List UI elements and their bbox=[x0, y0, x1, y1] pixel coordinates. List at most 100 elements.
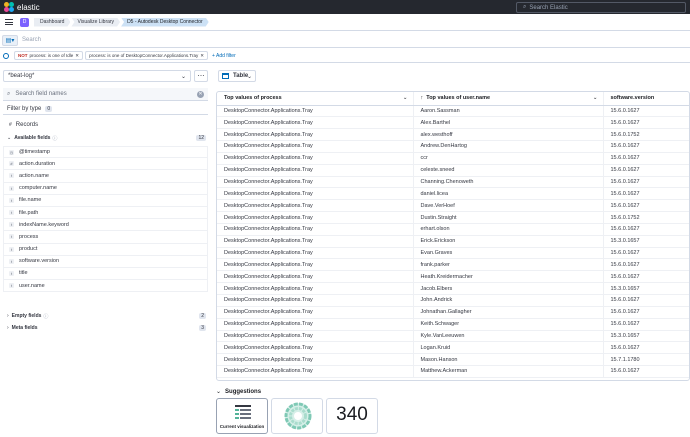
cell-process[interactable]: DesktopConnector.Applications.Tray bbox=[217, 199, 414, 213]
field-item[interactable]: t computer.name bbox=[3, 182, 208, 195]
cell-process[interactable]: DesktopConnector.Applications.Tray bbox=[217, 140, 414, 153]
chart-type-selector[interactable]: Table ⌄ bbox=[218, 70, 256, 82]
cell-user-name[interactable]: Keith.Schwager bbox=[413, 318, 604, 331]
cell-process[interactable]: DesktopConnector.Applications.Tray bbox=[217, 176, 414, 189]
query-language-toggle[interactable]: ▤▾ bbox=[2, 34, 18, 46]
cell-user-name[interactable]: Kyle.VanLeeuwen bbox=[413, 330, 604, 343]
cell-user-name[interactable]: celeste.sneed bbox=[413, 164, 604, 177]
field-item[interactable]: ◷ @timestamp bbox=[3, 146, 208, 159]
cell-software-version[interactable]: 15.6.0.1627 bbox=[603, 152, 689, 165]
filter-options-icon[interactable] bbox=[3, 52, 9, 59]
data-view-selector[interactable]: *beat-log* ⌄ bbox=[3, 70, 191, 82]
cell-user-name[interactable]: Aaron.Sassman bbox=[413, 105, 604, 118]
cell-user-name[interactable]: Heath.Kreidermacher bbox=[413, 270, 604, 284]
cell-user-name[interactable]: Evan.Graves bbox=[413, 247, 604, 260]
cell-process[interactable]: DesktopConnector.Applications.Tray bbox=[217, 128, 414, 142]
cell-software-version[interactable]: 15.6.0.1752 bbox=[603, 211, 689, 224]
cell-software-version[interactable]: 15.6.0.1627 bbox=[603, 199, 689, 213]
breadcrumb-dashboard[interactable]: Dashboard bbox=[34, 18, 70, 27]
cell-process[interactable]: DesktopConnector.Applications.Tray bbox=[217, 152, 414, 165]
field-item[interactable]: t title bbox=[3, 267, 208, 281]
suggestion-donut-chart[interactable] bbox=[271, 398, 323, 434]
field-search-input[interactable]: ⌕ Search field names ✕ bbox=[3, 88, 208, 101]
cell-user-name[interactable]: Mason.Hanson bbox=[413, 353, 604, 367]
cell-user-name[interactable]: Dustin.Straight bbox=[413, 211, 604, 224]
global-search-input[interactable]: ⌕ Search Elastic bbox=[516, 2, 686, 13]
cell-process[interactable]: DesktopConnector.Applications.Tray bbox=[217, 164, 414, 177]
space-avatar[interactable]: D bbox=[20, 17, 29, 27]
cell-software-version[interactable]: 15.6.0.1627 bbox=[603, 306, 689, 319]
cell-process[interactable]: DesktopConnector.Applications.Tray bbox=[217, 223, 414, 236]
column-header-software-version[interactable]: software.version bbox=[603, 92, 689, 106]
close-icon[interactable]: ✕ bbox=[75, 53, 79, 59]
cell-software-version[interactable]: 15.3.0.1657 bbox=[603, 330, 689, 343]
cell-process[interactable]: DesktopConnector.Applications.Tray bbox=[217, 235, 414, 248]
cell-process[interactable]: DesktopConnector.Applications.Tray bbox=[217, 270, 414, 284]
cell-process[interactable]: DesktopConnector.Applications.Tray bbox=[217, 105, 414, 118]
query-input[interactable]: Search bbox=[22, 37, 41, 43]
cell-software-version[interactable]: 15.6.0.1627 bbox=[603, 176, 689, 189]
records-field[interactable]: # Records bbox=[3, 119, 208, 130]
cell-process[interactable]: DesktopConnector.Applications.Tray bbox=[217, 187, 414, 201]
field-item[interactable]: t file.name bbox=[3, 194, 208, 207]
cell-software-version[interactable]: 15.6.0.1627 bbox=[603, 164, 689, 177]
cell-process[interactable]: DesktopConnector.Applications.Tray bbox=[217, 116, 414, 130]
filter-pill-not-idle[interactable]: NOT process: is one of Idle ✕ bbox=[14, 51, 84, 60]
suggestion-metric[interactable]: 340 bbox=[326, 398, 378, 434]
meta-fields-accordion[interactable]: › Meta fields 3 bbox=[3, 323, 208, 333]
field-item[interactable]: t software.version bbox=[3, 255, 208, 268]
field-item[interactable]: t user.name bbox=[3, 280, 208, 293]
cell-process[interactable]: DesktopConnector.Applications.Tray bbox=[217, 258, 414, 272]
elastic-logo[interactable]: elastic bbox=[4, 2, 40, 12]
field-item[interactable]: t process bbox=[3, 231, 208, 244]
cell-process[interactable]: DesktopConnector.Applications.Tray bbox=[217, 341, 414, 355]
cell-software-version[interactable]: 15.7.1.1780 bbox=[603, 353, 689, 367]
cell-user-name[interactable]: Dave.VerHoef bbox=[413, 199, 604, 213]
available-fields-accordion[interactable]: ⌄ Available fields ⓘ 12 bbox=[3, 133, 208, 143]
column-header-user-name[interactable]: ↑ Top values of user.name ⌄ bbox=[413, 92, 604, 106]
field-item[interactable]: t indexName.keyword bbox=[3, 219, 208, 232]
cell-user-name[interactable]: Alex.Barthel bbox=[413, 116, 604, 130]
cell-software-version[interactable]: 15.6.0.1627 bbox=[603, 247, 689, 260]
cell-user-name[interactable]: erhart.olson bbox=[413, 223, 604, 236]
cell-process[interactable]: DesktopConnector.Applications.Tray bbox=[217, 306, 414, 319]
cell-user-name[interactable]: Channing.Chenoweth bbox=[413, 176, 604, 189]
cell-software-version[interactable]: 15.6.0.1627 bbox=[603, 140, 689, 153]
cell-user-name[interactable]: Matthew.Ackerman bbox=[413, 365, 604, 378]
filter-pill-tray[interactable]: process: is one of DesktopConnector.Appl… bbox=[85, 51, 208, 60]
cell-software-version[interactable]: 15.3.0.1657 bbox=[603, 235, 689, 248]
field-item[interactable]: # action.duration bbox=[3, 158, 208, 171]
filter-by-type-button[interactable]: Filter by type 0 bbox=[3, 104, 208, 115]
field-item[interactable]: t file.path bbox=[3, 206, 208, 220]
suggestion-current-visualization[interactable]: Current visualization bbox=[216, 398, 268, 434]
cell-software-version[interactable]: 15.6.0.1627 bbox=[603, 294, 689, 307]
cell-user-name[interactable]: Johnathan.Gallagher bbox=[413, 306, 604, 319]
cell-user-name[interactable]: Andrew.DenHartog bbox=[413, 140, 604, 153]
cell-software-version[interactable]: 15.6.0.1627 bbox=[603, 341, 689, 355]
cell-user-name[interactable]: frank.parker bbox=[413, 258, 604, 272]
cell-process[interactable]: DesktopConnector.Applications.Tray bbox=[217, 365, 414, 378]
cell-software-version[interactable]: 15.6.0.1627 bbox=[603, 105, 689, 118]
chevron-down-icon[interactable]: ⌄ bbox=[593, 95, 598, 101]
cell-software-version[interactable]: 15.6.0.1627 bbox=[603, 223, 689, 236]
cell-software-version[interactable]: 15.6.0.1627 bbox=[603, 258, 689, 272]
cell-user-name[interactable]: Logan.Kruid bbox=[413, 341, 604, 355]
cell-software-version[interactable]: 15.6.0.1627 bbox=[603, 187, 689, 201]
cell-software-version[interactable]: 15.6.0.1627 bbox=[603, 365, 689, 378]
cell-software-version[interactable]: 15.6.0.1752 bbox=[603, 128, 689, 142]
field-item[interactable]: t product bbox=[3, 243, 208, 256]
hamburger-menu-icon[interactable] bbox=[5, 19, 13, 25]
cell-process[interactable]: DesktopConnector.Applications.Tray bbox=[217, 294, 414, 307]
suggestions-toggle[interactable]: ⌄ Suggestions bbox=[216, 388, 261, 396]
column-header-process[interactable]: Top values of process ⌄ bbox=[217, 92, 414, 106]
cell-process[interactable]: DesktopConnector.Applications.Tray bbox=[217, 282, 414, 295]
cell-software-version[interactable]: 15.6.0.1627 bbox=[603, 270, 689, 284]
cell-software-version[interactable]: 15.3.0.1657 bbox=[603, 282, 689, 295]
cell-software-version[interactable]: 15.6.0.1627 bbox=[603, 116, 689, 130]
empty-fields-accordion[interactable]: › Empty fields ⓘ 2 bbox=[3, 311, 208, 321]
chevron-down-icon[interactable]: ⌄ bbox=[403, 95, 408, 101]
cell-process[interactable]: DesktopConnector.Applications.Tray bbox=[217, 247, 414, 260]
data-view-options-button[interactable]: ⋯ bbox=[194, 70, 208, 82]
cell-software-version[interactable]: 15.6.0.1627 bbox=[603, 318, 689, 331]
breadcrumb-visualize-library[interactable]: Visualize Library bbox=[71, 18, 120, 27]
